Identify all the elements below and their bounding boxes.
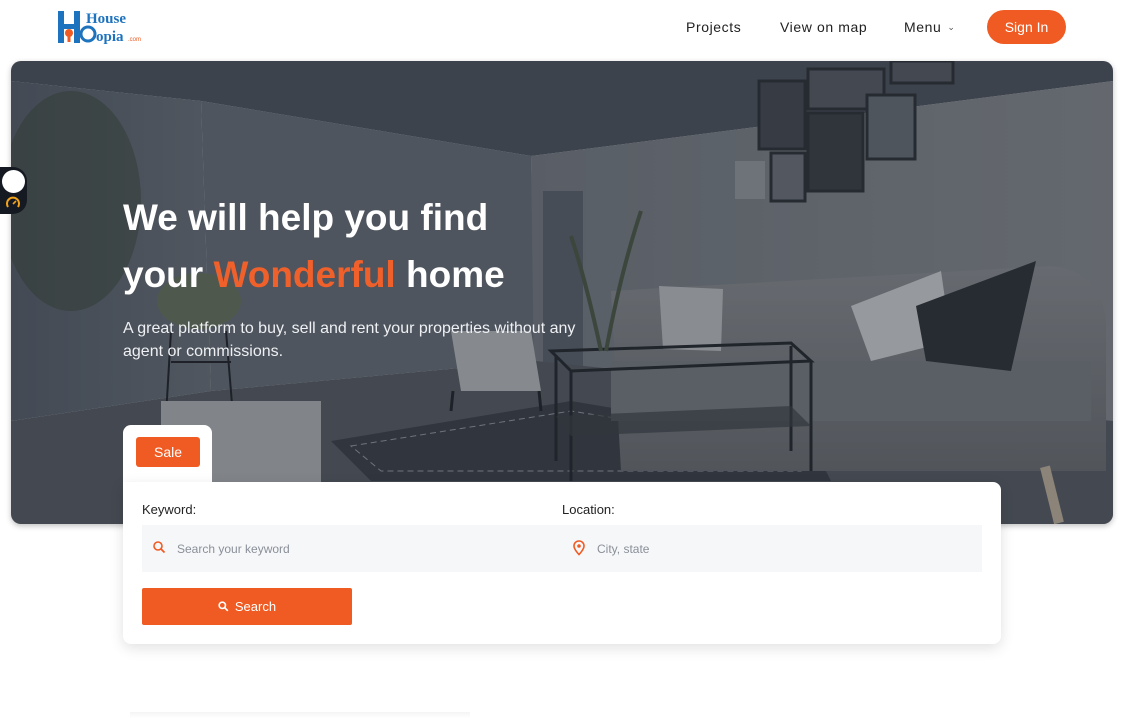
logo[interactable]: House opia .com — [56, 9, 148, 45]
logo-text-suffix: .com — [128, 37, 141, 43]
search-icon — [153, 541, 166, 554]
nav-projects[interactable]: Projects — [686, 19, 741, 35]
hero-title: We will help you find your Wonderful hom… — [123, 189, 505, 303]
location-label: Location: — [562, 502, 615, 517]
location-field — [562, 525, 982, 572]
search-tab-bar: Sale — [123, 425, 212, 485]
nav-menu[interactable]: Menu ⌄ — [904, 19, 956, 35]
search-button-label: Search — [234, 599, 277, 614]
keyword-input[interactable] — [177, 538, 537, 560]
search-card: Keyword: Location: Search — [123, 482, 1001, 644]
hero-title-prefix: your — [123, 254, 214, 295]
hero-subtitle: A great platform to buy, sell and rent y… — [123, 320, 576, 360]
logo-text-bottom: opia — [96, 29, 124, 45]
keyword-label: Keyword: — [142, 502, 197, 517]
hero-title-line2: your Wonderful home — [123, 246, 505, 303]
search-icon — [218, 601, 229, 612]
nav-view-on-map[interactable]: View on map — [780, 19, 867, 35]
hero-title-line1: We will help you find — [123, 197, 489, 238]
search-button[interactable]: Search — [142, 588, 352, 625]
next-section-hint — [130, 712, 470, 718]
location-input[interactable] — [597, 538, 957, 560]
keyword-field — [142, 525, 562, 572]
hero-title-accent: Wonderful — [213, 254, 396, 295]
nav-menu-label: Menu — [904, 19, 942, 35]
logo-text-top: House — [86, 11, 126, 27]
map-pin-icon — [573, 540, 585, 556]
chevron-down-icon: ⌄ — [947, 22, 956, 32]
accessibility-widget[interactable] — [0, 167, 27, 214]
gauge-icon — [6, 196, 20, 208]
hero-title-suffix: home — [395, 254, 505, 295]
site-header: House opia .com Projects View on map Men… — [0, 0, 1123, 56]
sign-in-button[interactable]: Sign In — [987, 10, 1066, 44]
search-fields — [142, 525, 982, 572]
tab-sale[interactable]: Sale — [136, 437, 200, 467]
toggle-knob[interactable] — [2, 170, 25, 193]
